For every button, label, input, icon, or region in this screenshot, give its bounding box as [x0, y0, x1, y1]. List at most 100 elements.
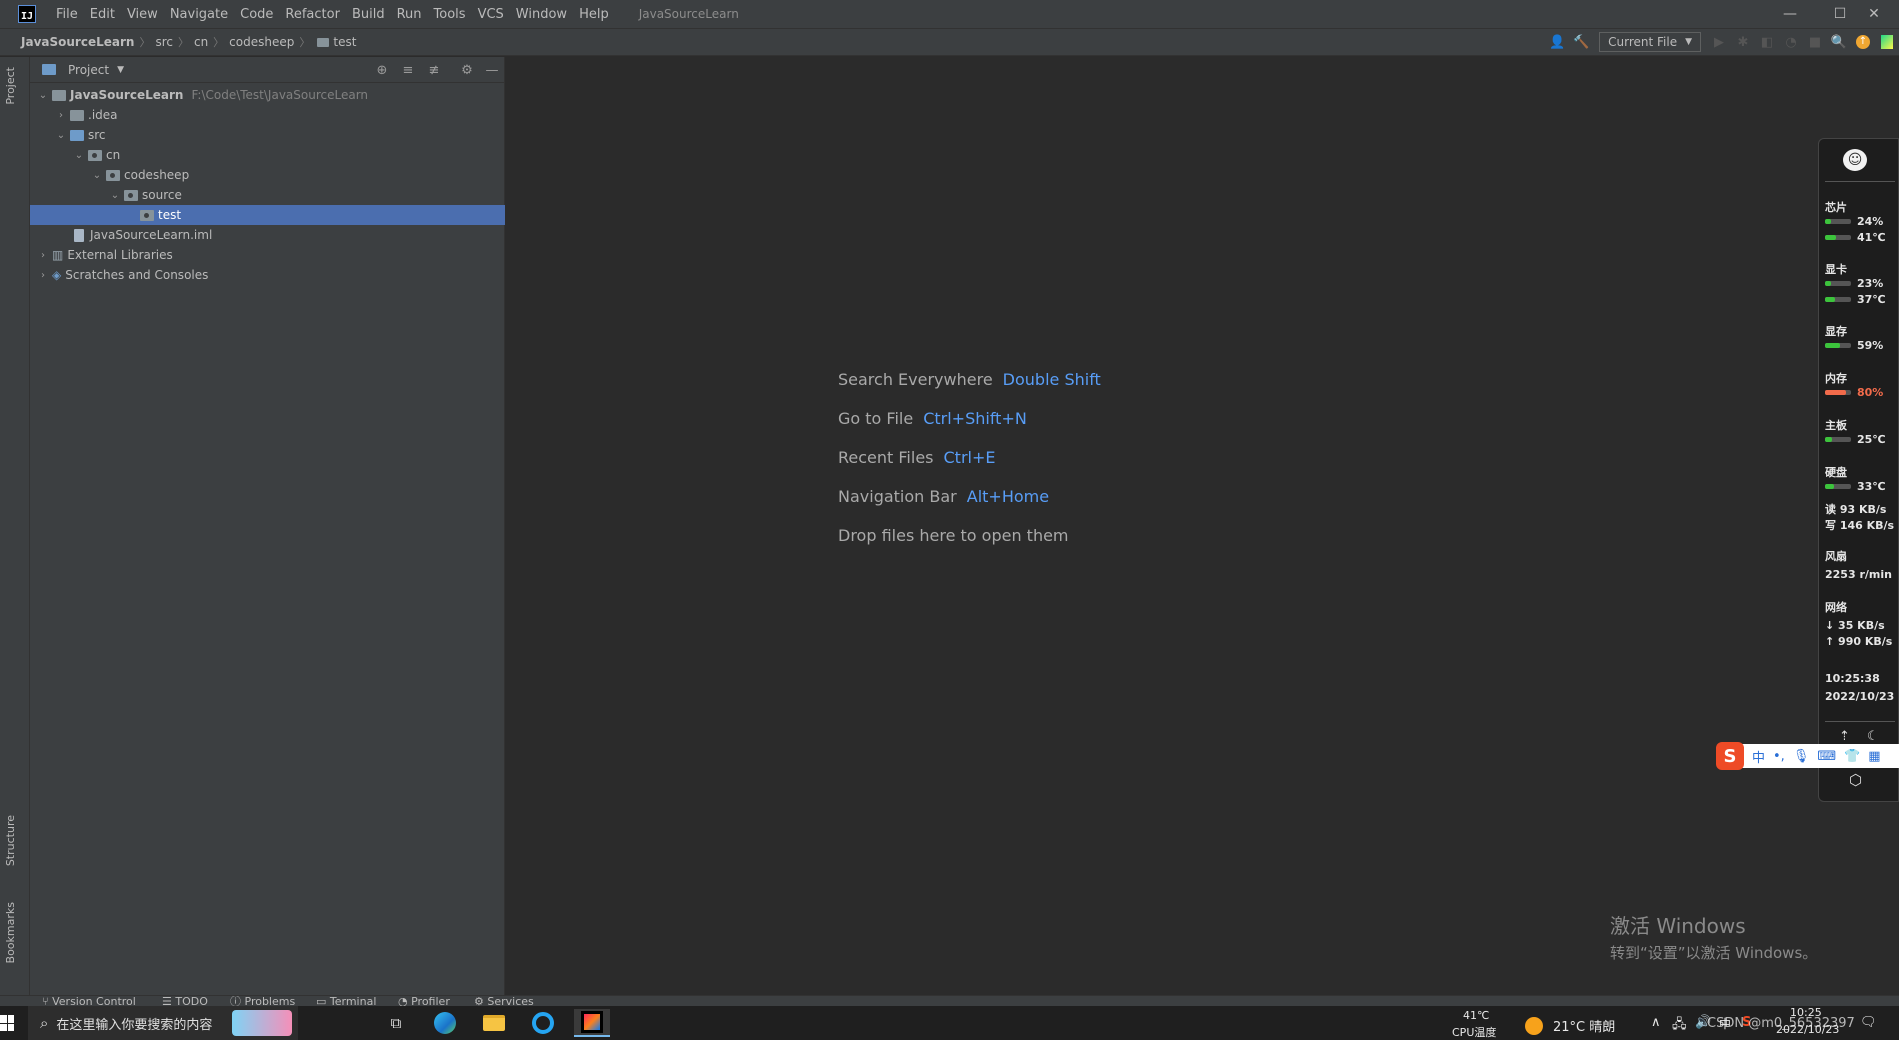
menu-view[interactable]: View — [121, 7, 164, 22]
tree-node-iml[interactable]: JavaSourceLearn.iml — [30, 225, 505, 245]
ime-mode-toggle[interactable]: 中 — [1752, 747, 1765, 766]
run-icon[interactable]: ▶ — [1708, 31, 1730, 53]
taskbar-time[interactable]: 10:25 — [1790, 1006, 1822, 1019]
toolbox-grid-icon[interactable]: ▦ — [1868, 749, 1880, 764]
minimize-button[interactable]: — — [1765, 0, 1815, 28]
close-button[interactable]: ✕ — [1849, 0, 1899, 28]
task-view-icon[interactable]: ⧉ — [378, 1009, 414, 1037]
chevron-down-icon[interactable]: ⌄ — [90, 170, 104, 181]
show-hidden-icons[interactable]: ∧ — [1651, 1015, 1661, 1030]
qq-browser-icon[interactable] — [525, 1009, 561, 1037]
tree-node-external-libraries[interactable]: › ▥ External Libraries — [30, 245, 505, 265]
tool-tab-project[interactable]: Project — [4, 67, 17, 105]
tree-node-idea[interactable]: › .idea — [30, 105, 505, 125]
menu-window[interactable]: Window — [510, 7, 573, 22]
menu-code[interactable]: Code — [234, 7, 279, 22]
hardware-monitor-widget: ☺ 芯片 24% 41℃ 显卡 23% 37℃ 显存 59% 内存 80% 主板… — [1818, 138, 1899, 802]
edge-browser-icon[interactable] — [427, 1009, 463, 1037]
windows-activation-watermark: 激活 Windows 转到“设置”以激活 Windows。 — [1610, 910, 1817, 963]
search-icon[interactable]: 🔍 — [1828, 31, 1850, 53]
tab-terminal[interactable]: ▭ Terminal — [316, 996, 376, 1006]
moon-icon[interactable]: ☾ — [1867, 729, 1879, 744]
tab-label: Services — [487, 995, 534, 1006]
gear-icon[interactable]: ⚙ — [456, 59, 478, 81]
microphone-icon[interactable]: 🎙 — [1793, 749, 1810, 764]
windows-start-icon[interactable] — [0, 1015, 14, 1031]
activation-subtitle: 转到“设置”以激活 Windows。 — [1610, 944, 1818, 962]
chevron-right-icon[interactable]: › — [36, 270, 50, 281]
punctuation-icon[interactable]: •, — [1773, 749, 1785, 764]
build-hammer-icon[interactable]: 🔨 — [1570, 31, 1592, 53]
tree-node-src[interactable]: ⌄ src — [30, 125, 505, 145]
editor-empty-area[interactable]: Search Everywhere Double Shift Go to Fil… — [506, 57, 1899, 995]
update-icon[interactable]: ↑ — [1852, 31, 1874, 53]
coverage-icon[interactable]: ◧ — [1756, 31, 1778, 53]
menu-vcs[interactable]: VCS — [472, 7, 510, 22]
weather-widget[interactable]: 21°C 晴朗 — [1525, 1016, 1615, 1035]
tab-version-control[interactable]: ⑂ Version Control — [42, 996, 136, 1006]
notification-icon[interactable]: 🗨 — [1860, 1015, 1877, 1030]
menu-build[interactable]: Build — [346, 7, 391, 22]
menu-edit[interactable]: Edit — [84, 7, 121, 22]
chevron-right-icon[interactable]: › — [54, 110, 68, 121]
menu-navigate[interactable]: Navigate — [164, 7, 234, 22]
breadcrumb-src[interactable]: src — [153, 35, 175, 49]
run-config-select[interactable]: Current File ▼ — [1599, 32, 1701, 52]
settings-hexagon-icon[interactable]: ⬡ — [1849, 771, 1862, 789]
tab-problems[interactable]: ⓘ Problems — [230, 996, 295, 1006]
hint-recent-files: Recent Files Ctrl+E — [838, 448, 995, 467]
sogou-logo-icon[interactable]: S — [1716, 742, 1744, 770]
tab-todo[interactable]: ☰ TODO — [162, 996, 208, 1006]
chevron-down-icon[interactable]: ▼ — [117, 65, 124, 75]
chevron-down-icon[interactable]: ⌄ — [72, 150, 86, 161]
rocket-icon[interactable]: ⇡ — [1839, 729, 1850, 744]
menu-refactor[interactable]: Refactor — [279, 7, 346, 22]
tool-tab-structure[interactable]: Structure — [4, 815, 17, 866]
menu-help[interactable]: Help — [573, 7, 615, 22]
collapse-all-icon[interactable]: ≢ — [423, 59, 445, 81]
tab-services[interactable]: ⚙ Services — [474, 996, 534, 1006]
chevron-down-icon[interactable]: ⌄ — [108, 190, 122, 201]
tab-profiler[interactable]: ◔ Profiler — [398, 996, 450, 1006]
stop-icon[interactable]: ■ — [1804, 31, 1826, 53]
tree-node-codesheep[interactable]: ⌄ codesheep — [30, 165, 505, 185]
hint-shortcut: Ctrl+E — [943, 448, 996, 467]
weather-text: 21°C 晴朗 — [1553, 1020, 1616, 1035]
chevron-down-icon[interactable]: ⌄ — [36, 90, 50, 101]
file-explorer-icon[interactable] — [476, 1009, 512, 1037]
project-view-title[interactable]: Project — [68, 63, 109, 77]
taskbar-date[interactable]: 2022/10/23 — [1776, 1023, 1839, 1036]
expand-all-icon[interactable]: ≡ — [397, 59, 419, 81]
locate-icon[interactable]: ⊕ — [371, 59, 393, 81]
breadcrumb-codesheep[interactable]: codesheep — [227, 35, 296, 49]
intellij-taskbar-icon[interactable] — [574, 1009, 610, 1037]
tool-tab-bookmarks[interactable]: Bookmarks — [4, 902, 17, 963]
hide-panel-icon[interactable]: — — [481, 59, 503, 81]
chevron-down-icon[interactable]: ⌄ — [54, 130, 68, 141]
package-icon — [106, 169, 120, 181]
menu-run[interactable]: Run — [391, 7, 428, 22]
debug-icon[interactable]: ✱ — [1732, 31, 1754, 53]
keyboard-icon[interactable]: ⌨ — [1817, 749, 1836, 764]
tree-node-label: source — [142, 188, 182, 202]
chevron-right-icon[interactable]: › — [36, 250, 50, 261]
network-icon[interactable]: 🖧 — [1672, 1015, 1687, 1037]
tree-node-test[interactable]: test — [30, 205, 505, 225]
skin-shirt-icon[interactable]: 👕 — [1844, 749, 1860, 764]
breadcrumb-cn[interactable]: cn — [192, 35, 210, 49]
tree-node-source[interactable]: ⌄ source — [30, 185, 505, 205]
tree-node-scratches[interactable]: › ◈ Scratches and Consoles — [30, 265, 505, 285]
hw-gpu-usage-fill — [1825, 281, 1831, 286]
breadcrumb-project[interactable]: JavaSourceLearn — [19, 35, 136, 49]
tree-node-module[interactable]: ⌄ JavaSourceLearn F:\Code\Test\JavaSourc… — [30, 85, 505, 105]
mascot-icon[interactable]: ☺ — [1843, 149, 1867, 171]
menu-tools[interactable]: Tools — [428, 7, 472, 22]
menu-file[interactable]: File — [50, 7, 84, 22]
breadcrumb-test[interactable]: test — [313, 35, 358, 49]
taskbar-search-box[interactable]: ⌕ 在这里输入你要搜索的内容 — [28, 1006, 298, 1040]
tree-node-cn[interactable]: ⌄ cn — [30, 145, 505, 165]
user-icon[interactable]: 👤 — [1546, 31, 1568, 53]
tree-node-label: src — [88, 128, 106, 142]
jetbrains-logo-icon[interactable] — [1876, 31, 1898, 53]
profile-icon[interactable]: ◔ — [1780, 31, 1802, 53]
